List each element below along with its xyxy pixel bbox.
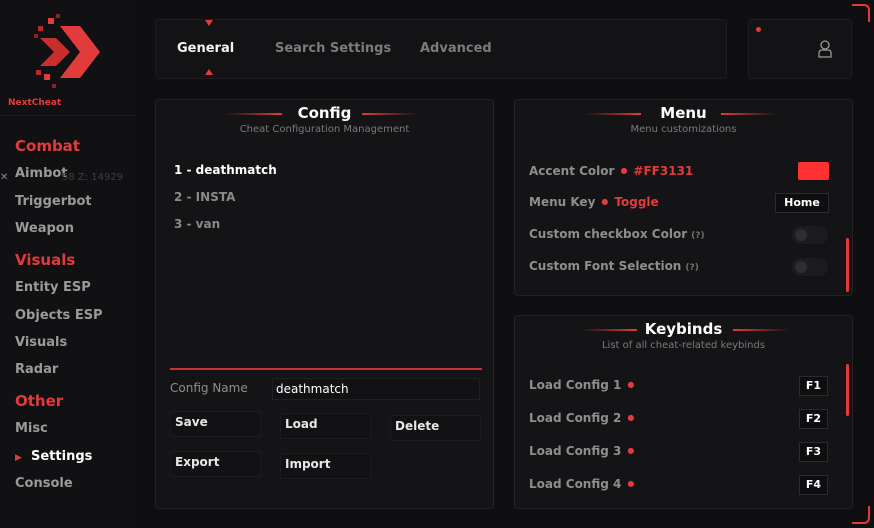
keybind-row: Load Config 3 ● <box>529 444 634 458</box>
config-subtitle: Cheat Configuration Management <box>239 124 410 135</box>
title-line-decoration <box>362 113 418 115</box>
keybind-row: Load Config 2 ● <box>529 411 634 425</box>
app-window: NextCheat Combat Aimbot ✕ 58 Z: 14929 Tr… <box>0 0 874 528</box>
save-button[interactable]: Save <box>170 411 261 437</box>
keybind-row: Load Config 1 ● <box>529 378 634 392</box>
dot-icon: ● <box>627 479 635 488</box>
custom-font-row: Custom Font Selection (?) <box>529 259 699 273</box>
sidebar-item-misc[interactable]: Misc <box>15 421 48 436</box>
menu-title: Menu <box>660 104 707 122</box>
brand-name: NextCheat <box>8 98 62 108</box>
keybind-key-button[interactable]: F2 <box>799 409 828 429</box>
menu-key-row: Menu Key ● Toggle <box>529 195 659 209</box>
tab-search-settings[interactable]: Search Settings <box>275 41 391 56</box>
custom-font-toggle[interactable] <box>792 258 828 276</box>
keybinds-title: Keybinds <box>644 320 723 338</box>
accent-color-label: Accent Color <box>529 164 615 178</box>
keybinds-subtitle: List of all cheat-related keybinds <box>601 340 766 351</box>
menu-key-label: Menu Key <box>529 195 596 209</box>
sidebar-item-settings[interactable]: Settings <box>31 449 92 464</box>
sidebar-item-objects-esp[interactable]: Objects ESP <box>15 308 103 323</box>
nav-section-other: Other <box>15 392 64 410</box>
export-button[interactable]: Export <box>170 451 261 477</box>
config-list-item[interactable]: 2 - INSTA <box>174 190 235 204</box>
divider <box>170 368 482 370</box>
accent-color-value: #FF3131 <box>633 164 694 178</box>
tab-advanced[interactable]: Advanced <box>420 41 492 56</box>
help-icon[interactable]: (?) <box>685 263 698 273</box>
config-list-item[interactable]: 1 - deathmatch <box>174 163 277 177</box>
menu-key-mode[interactable]: Toggle <box>614 195 658 209</box>
nav-section-combat: Combat <box>15 137 80 155</box>
menu-subtitle: Menu customizations <box>630 124 737 135</box>
sidebar-item-console[interactable]: Console <box>15 476 73 491</box>
config-title: Config <box>297 104 352 122</box>
custom-font-label: Custom Font Selection <box>529 259 682 273</box>
sidebar-item-radar[interactable]: Radar <box>15 362 58 377</box>
keybinds-scrollbar[interactable] <box>846 364 849 416</box>
tab-bar: General Search Settings Advanced <box>155 19 727 79</box>
help-icon[interactable]: (?) <box>691 231 704 241</box>
nextcheat-logo-icon <box>34 14 100 88</box>
corner-decoration <box>852 4 870 22</box>
dot-icon: ● <box>620 166 628 175</box>
dot-icon: ● <box>601 197 609 206</box>
sidebar-item-entity-esp[interactable]: Entity ESP <box>15 280 91 295</box>
import-button[interactable]: Import <box>280 453 371 479</box>
config-panel: Config Cheat Configuration Management 1 … <box>155 99 494 509</box>
dot-icon: ● <box>627 380 635 389</box>
dot-icon: ● <box>627 413 635 422</box>
nav-section-visuals: Visuals <box>15 251 76 269</box>
sidebar-item-visuals[interactable]: Visuals <box>15 335 67 350</box>
custom-checkbox-toggle[interactable] <box>792 226 828 244</box>
keybind-label: Load Config 1 <box>529 378 622 392</box>
corner-decoration <box>852 506 870 524</box>
custom-checkbox-label: Custom checkbox Color <box>529 227 688 241</box>
keybinds-panel: Keybinds List of all cheat-related keybi… <box>514 315 853 509</box>
dot-icon: ● <box>627 446 635 455</box>
keybind-key-button[interactable]: F4 <box>799 475 828 495</box>
sidebar: NextCheat Combat Aimbot ✕ 58 Z: 14929 Tr… <box>0 0 136 528</box>
keybind-key-button[interactable]: F1 <box>799 376 828 396</box>
keybind-label: Load Config 4 <box>529 477 622 491</box>
menu-key-button[interactable]: Home <box>775 193 829 213</box>
keybind-row: Load Config 4 ● <box>529 477 634 491</box>
keybind-key-button[interactable]: F3 <box>799 442 828 462</box>
overlay-coordinates: 58 Z: 14929 <box>62 172 124 183</box>
active-arrow-icon: ▶ <box>15 453 22 463</box>
custom-checkbox-row: Custom checkbox Color (?) <box>529 227 705 241</box>
config-name-input[interactable]: deathmatch <box>272 378 480 400</box>
config-name-label: Config Name <box>170 381 248 395</box>
active-tab-indicator-icon <box>205 20 213 26</box>
config-list-item[interactable]: 3 - van <box>174 217 220 231</box>
sidebar-item-weapon[interactable]: Weapon <box>15 221 74 236</box>
keybind-label: Load Config 3 <box>529 444 622 458</box>
sidebar-item-aimbot[interactable]: Aimbot <box>15 166 68 181</box>
menu-panel: Menu Menu customizations Accent Color ● #F… <box>514 99 853 296</box>
title-line-decoration <box>733 329 789 331</box>
active-tab-indicator-icon <box>205 69 213 75</box>
user-icon[interactable] <box>817 39 833 59</box>
sidebar-item-triggerbot[interactable]: Triggerbot <box>15 194 92 209</box>
keybind-label: Load Config 2 <box>529 411 622 425</box>
user-area[interactable] <box>748 19 852 79</box>
accent-color-swatch[interactable] <box>798 162 829 180</box>
status-dot-icon <box>756 27 761 32</box>
logo-area: NextCheat <box>0 0 136 116</box>
overlay-close-icon: ✕ <box>0 172 9 183</box>
menu-scrollbar[interactable] <box>846 238 849 292</box>
title-line-decoration <box>721 113 777 115</box>
delete-button[interactable]: Delete <box>390 415 481 441</box>
load-button[interactable]: Load <box>280 413 371 439</box>
accent-color-row: Accent Color ● #FF3131 <box>529 164 693 178</box>
tab-general[interactable]: General <box>177 41 234 56</box>
